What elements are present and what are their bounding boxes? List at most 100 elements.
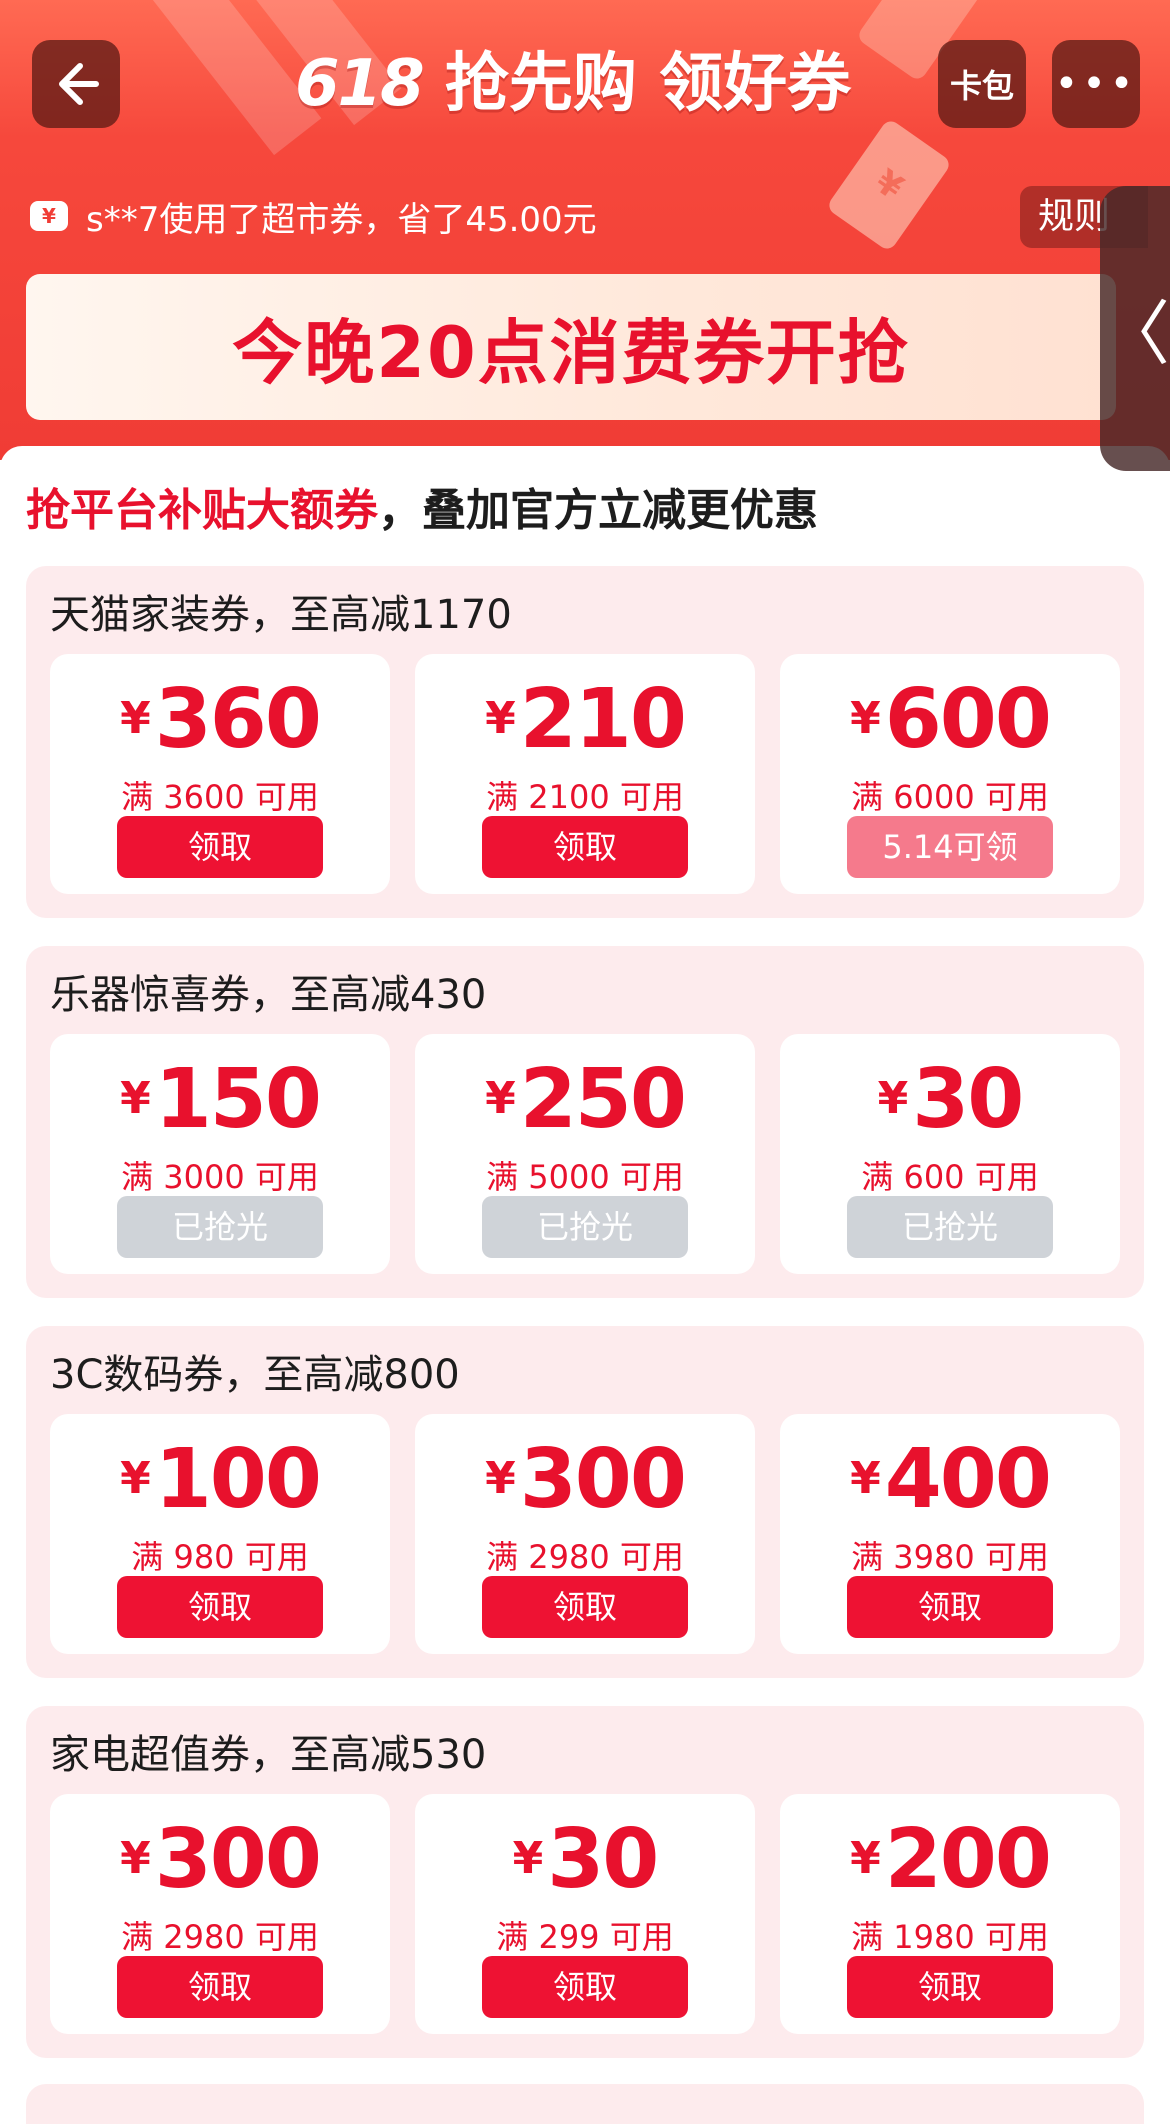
currency-symbol: ¥ — [512, 1833, 544, 1884]
card-wallet-button[interactable]: 卡包 — [938, 40, 1026, 128]
coupon-amount: ¥360 — [50, 672, 390, 767]
ticker-text: s**7使用了超市券，省了45.00元 — [86, 199, 597, 240]
coupon-condition: 满 980 可用 — [131, 1538, 309, 1576]
coupon-amount: ¥150 — [50, 1052, 390, 1147]
next-coupon-group-peek — [26, 2084, 1144, 2124]
coupon-card: ¥300 满 2980 可用 领取 — [415, 1414, 755, 1654]
currency-symbol: ¥ — [120, 1073, 151, 1124]
currency-symbol: ¥ — [120, 693, 151, 744]
coupon-card: ¥210 满 2100 可用 领取 — [415, 654, 755, 894]
sold-out-button: 已抢光 — [847, 1196, 1053, 1258]
coupon-group: 天猫家装券，至高减1170 ¥360 满 3600 可用 领取 ¥210 满 2… — [26, 566, 1144, 918]
coupon-amount: ¥200 — [780, 1812, 1120, 1907]
coupon-list: 抢平台补贴大额券，叠加官方立减更优惠 天猫家装券，至高减1170 ¥360 满 … — [0, 446, 1170, 2124]
claim-button[interactable]: 领取 — [117, 1956, 323, 2018]
claim-button[interactable]: 领取 — [482, 1576, 688, 1638]
back-arrow-icon — [59, 63, 99, 105]
coupon-amount-value: 30 — [912, 1052, 1024, 1147]
coupon-condition: 满 3600 可用 — [121, 778, 319, 816]
claim-button[interactable]: 领取 — [117, 1576, 323, 1638]
coupon-amount: ¥400 — [780, 1432, 1120, 1527]
coupon-condition: 满 600 可用 — [861, 1158, 1039, 1196]
coupon-amount-value: 210 — [519, 672, 687, 767]
coupon-amount-value: 600 — [884, 672, 1052, 767]
page-title: 618 抢先购 领好券 — [295, 44, 851, 124]
currency-symbol: ¥ — [120, 1453, 151, 1504]
coupon-amount-value: 360 — [154, 672, 322, 767]
currency-symbol: ¥ — [850, 693, 881, 744]
coupon-card: ¥150 满 3000 可用 已抢光 — [50, 1034, 390, 1274]
coupon-card: ¥30 满 299 可用 领取 — [415, 1794, 755, 2034]
claim-button[interactable]: 领取 — [482, 816, 688, 878]
coupon-amount: ¥250 — [415, 1052, 755, 1147]
coupon-card: ¥600 满 6000 可用 5.14可领 — [780, 654, 1120, 894]
coupon-card: ¥100 满 980 可用 领取 — [50, 1414, 390, 1654]
coupon-amount: ¥300 — [50, 1812, 390, 1907]
currency-symbol: ¥ — [485, 1453, 516, 1504]
more-dots-icon: ••• — [1054, 61, 1138, 107]
coupon-amount-value: 400 — [884, 1432, 1052, 1527]
coupon-amount: ¥100 — [50, 1432, 390, 1527]
coupon-group-title: 家电超值券，至高减530 — [50, 1732, 487, 1778]
coupon-group: 乐器惊喜券，至高减430 ¥150 满 3000 可用 已抢光 ¥250 满 5… — [26, 946, 1144, 1298]
coupon-condition: 满 5000 可用 — [486, 1158, 684, 1196]
coupon-card: ¥300 满 2980 可用 领取 — [50, 1794, 390, 2034]
coupon-group: 家电超值券，至高减530 ¥300 满 2980 可用 领取 ¥30 满 299… — [26, 1706, 1144, 2058]
currency-symbol: ¥ — [485, 693, 516, 744]
side-collapse-tab[interactable]: 〈 — [1100, 186, 1170, 471]
back-button[interactable] — [32, 40, 120, 128]
coupon-amount-value: 300 — [519, 1432, 687, 1527]
section-heading: 抢平台补贴大额券，叠加官方立减更优惠 — [26, 474, 818, 538]
sold-out-button: 已抢光 — [117, 1196, 323, 1258]
coupon-card: ¥360 满 3600 可用 领取 — [50, 654, 390, 894]
coupon-amount: ¥600 — [780, 672, 1120, 767]
upcoming-claim-button[interactable]: 5.14可领 — [847, 816, 1053, 878]
coupon-amount-value: 150 — [154, 1052, 322, 1147]
currency-symbol: ¥ — [850, 1833, 881, 1884]
currency-symbol: ¥ — [485, 1073, 516, 1124]
savings-ticker: ¥ s**7使用了超市券，省了45.00元 — [30, 192, 597, 240]
coupon-condition: 满 2980 可用 — [486, 1538, 684, 1576]
coupon-amount-value: 300 — [154, 1812, 322, 1907]
more-options-button[interactable]: ••• — [1052, 40, 1140, 128]
currency-symbol: ¥ — [877, 1073, 909, 1124]
coupon-amount: ¥30 — [780, 1052, 1120, 1147]
coupon-amount-value: 30 — [547, 1812, 659, 1907]
claim-button[interactable]: 领取 — [847, 1576, 1053, 1638]
coupon-card: ¥30 满 600 可用 已抢光 — [780, 1034, 1120, 1274]
coupon-condition: 满 3980 可用 — [851, 1538, 1049, 1576]
coupon-condition: 满 6000 可用 — [851, 778, 1049, 816]
page-header: ¥ 618 抢先购 领好券 卡包 ••• ¥ s**7使用了超市券，省了45.0… — [0, 0, 1170, 460]
claim-button[interactable]: 领取 — [482, 1956, 688, 2018]
chevron-left-icon: 〈 — [1100, 293, 1170, 375]
section-heading-rest: ，叠加官方立减更优惠 — [378, 485, 818, 536]
coupon-card: ¥200 满 1980 可用 领取 — [780, 1794, 1120, 2034]
coupon-condition: 满 3000 可用 — [121, 1158, 319, 1196]
coupon-amount: ¥210 — [415, 672, 755, 767]
coupon-group-title: 天猫家装券，至高减1170 — [50, 592, 512, 638]
coupon-amount: ¥30 — [415, 1812, 755, 1907]
coupon-badge-icon: ¥ — [30, 201, 68, 231]
coupon-card: ¥400 满 3980 可用 领取 — [780, 1414, 1120, 1654]
page-title-number: 618 — [295, 47, 425, 121]
promo-banner[interactable]: 今晚20点消费券开抢 — [26, 274, 1116, 420]
sold-out-button: 已抢光 — [482, 1196, 688, 1258]
coupon-group-title: 乐器惊喜券，至高减430 — [50, 972, 487, 1018]
coupon-condition: 满 299 可用 — [496, 1918, 674, 1956]
coupon-card: ¥250 满 5000 可用 已抢光 — [415, 1034, 755, 1274]
coupon-amount-value: 100 — [154, 1432, 322, 1527]
coupon-condition: 满 2100 可用 — [486, 778, 684, 816]
coupon-amount-value: 250 — [519, 1052, 687, 1147]
coupon-condition: 满 2980 可用 — [121, 1918, 319, 1956]
coupon-group: 3C数码券，至高减800 ¥100 满 980 可用 领取 ¥300 满 298… — [26, 1326, 1144, 1678]
coupon-ticket-icon: ¥ — [825, 117, 953, 253]
coupon-group-title: 3C数码券，至高减800 — [50, 1352, 460, 1398]
coupon-condition: 满 1980 可用 — [851, 1918, 1049, 1956]
section-heading-highlight: 抢平台补贴大额券 — [26, 485, 378, 536]
currency-symbol: ¥ — [850, 1453, 881, 1504]
currency-symbol: ¥ — [120, 1833, 151, 1884]
page-title-text: 抢先购 领好券 — [444, 47, 852, 121]
claim-button[interactable]: 领取 — [117, 816, 323, 878]
claim-button[interactable]: 领取 — [847, 1956, 1053, 2018]
coupon-amount: ¥300 — [415, 1432, 755, 1527]
